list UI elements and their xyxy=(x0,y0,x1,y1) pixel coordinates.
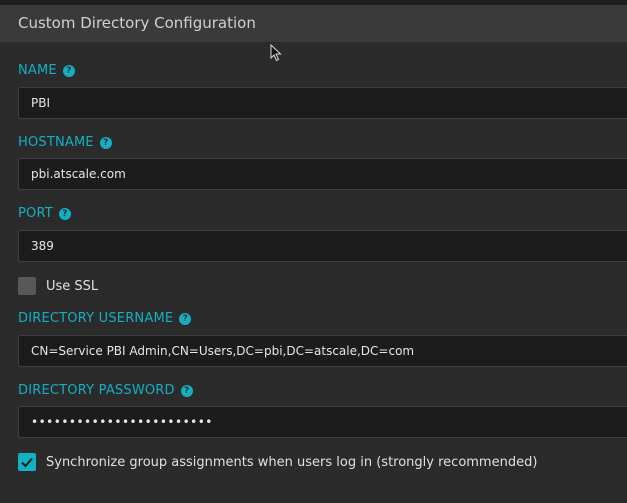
hostname-label: HOSTNAME xyxy=(18,135,94,150)
help-icon[interactable]: ? xyxy=(58,207,71,220)
directory-username-label-row: DIRECTORY USERNAME ? xyxy=(18,311,192,326)
directory-password-label-row: DIRECTORY PASSWORD ? xyxy=(18,383,193,398)
directory-username-label: DIRECTORY USERNAME xyxy=(18,311,174,326)
sync-groups-row[interactable]: Synchronize group assignments when users… xyxy=(18,453,537,471)
hostname-label-row: HOSTNAME ? xyxy=(18,135,112,150)
help-icon[interactable]: ? xyxy=(99,136,112,149)
help-icon[interactable]: ? xyxy=(62,64,75,77)
checkmark-icon xyxy=(21,457,33,468)
use-ssl-row[interactable]: Use SSL xyxy=(18,277,98,295)
use-ssl-checkbox[interactable] xyxy=(18,277,36,295)
directory-username-input[interactable]: CN=Service PBI Admin,CN=Users,DC=pbi,DC=… xyxy=(18,335,627,367)
page-title: Custom Directory Configuration xyxy=(0,5,627,42)
port-input[interactable]: 389 xyxy=(18,230,627,262)
hostname-input[interactable]: pbi.atscale.com xyxy=(18,158,627,190)
name-label-row: NAME ? xyxy=(18,63,75,78)
sync-groups-checkbox[interactable] xyxy=(18,453,36,471)
help-icon[interactable]: ? xyxy=(180,384,193,397)
name-label: NAME xyxy=(18,63,57,78)
port-label-row: PORT ? xyxy=(18,206,71,221)
directory-password-label: DIRECTORY PASSWORD xyxy=(18,383,175,398)
name-input[interactable]: PBI xyxy=(18,87,627,119)
sync-groups-label: Synchronize group assignments when users… xyxy=(46,454,538,470)
directory-password-input[interactable]: •••••••••••••••••••••••• xyxy=(18,406,627,438)
mouse-cursor-icon xyxy=(270,44,282,62)
use-ssl-label: Use SSL xyxy=(46,278,99,294)
help-icon[interactable]: ? xyxy=(179,312,192,325)
port-label: PORT xyxy=(18,206,53,221)
